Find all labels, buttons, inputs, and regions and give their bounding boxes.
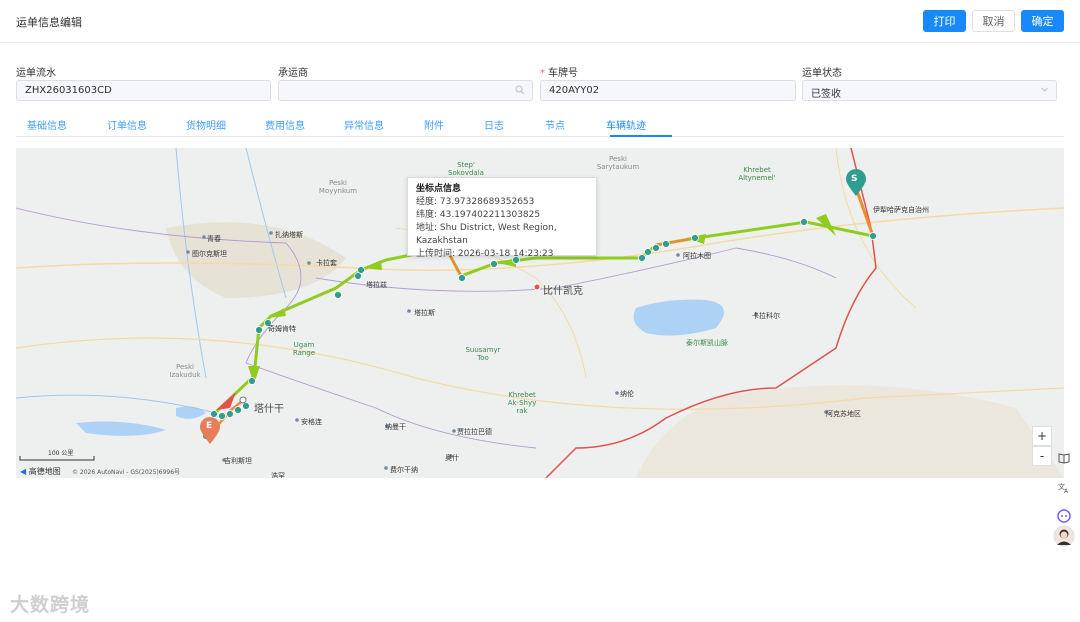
dialog-header: 运单信息编辑 打印 取消 确定 xyxy=(0,0,1080,43)
plate-label: * 车牌号 xyxy=(540,64,578,79)
terrain-label: Step' Sokovdala xyxy=(448,161,484,177)
terrain-label: Peski Sarytaukum xyxy=(596,155,640,171)
terrain-label: Khrebet Ak-Shyy rak xyxy=(507,391,537,415)
place-label: 青春 xyxy=(207,235,221,243)
tab-goods-detail[interactable]: 货物明细 xyxy=(186,117,226,132)
scale-label: 100 公里 xyxy=(48,450,74,457)
place-label: 卡拉科尔 xyxy=(752,312,780,320)
place-label: 安格连 xyxy=(301,418,322,426)
place-label: 纳曼干 xyxy=(385,423,406,431)
chevron-down-icon xyxy=(1040,85,1049,97)
tooltip-address: 地址: Shu District, West Region, Kazakhsta… xyxy=(416,223,557,246)
tab-bar: 基础信息 订单信息 货物明细 费用信息 异常信息 附件 日志 节点 车辆轨迹 xyxy=(16,112,1064,137)
carrier-field[interactable] xyxy=(278,80,533,101)
terrain-label: Peski Izakuduk xyxy=(169,363,201,379)
terrain-label: Peski Moyynkum xyxy=(318,179,358,195)
tooltip-latitude: 纬度: 43.197402211303825 xyxy=(416,210,541,220)
place-label: 阿拉木图 xyxy=(683,252,711,260)
end-marker-label: E xyxy=(206,421,213,431)
place-label: 伊犁哈萨克自治州 xyxy=(873,206,929,214)
place-label: 泰尔斯凯山脉 xyxy=(686,339,728,347)
tab-log[interactable]: 日志 xyxy=(484,117,504,132)
place-label: 贾拉拉巴德 xyxy=(457,428,492,436)
watermark: 大数跨境 xyxy=(10,594,91,616)
tab-fee-info[interactable]: 费用信息 xyxy=(265,117,305,132)
confirm-button[interactable]: 确定 xyxy=(1021,10,1064,32)
plate-label-text: 车牌号 xyxy=(548,68,578,79)
search-icon xyxy=(515,85,525,98)
translate-icon[interactable]: 文A xyxy=(1052,475,1076,499)
map-brand-text: 高德地图 xyxy=(28,467,61,476)
place-label: 卡拉套 xyxy=(316,259,337,267)
plate-field[interactable]: 420AYY02 xyxy=(540,80,796,101)
tab-exception-info[interactable]: 异常信息 xyxy=(344,117,384,132)
place-label: 扎纳塔斯 xyxy=(275,231,303,239)
place-label: 比什凯克 xyxy=(543,286,583,297)
place-label: 费尔干纳 xyxy=(390,466,418,474)
tab-nodes[interactable]: 节点 xyxy=(545,117,565,132)
coordinate-tooltip: 坐标点信息 经度: 73.97328689352653 纬度: 43.19740… xyxy=(407,177,597,259)
cancel-button[interactable]: 取消 xyxy=(972,10,1015,32)
place-label: 塔拉兹 xyxy=(366,281,387,289)
required-mark: * xyxy=(540,68,545,79)
place-label: 奥什 xyxy=(445,454,459,462)
place-label: 纳伦 xyxy=(620,390,634,398)
tooltip-upload-time: 上传时间: 2026-03-18 14:23:23 xyxy=(416,249,554,259)
start-marker-label: S xyxy=(851,174,858,184)
print-button[interactable]: 打印 xyxy=(923,10,966,32)
map-brand: ◀ 高德地图 xyxy=(20,466,61,477)
terrain-label: Khrebet Altynemel' xyxy=(738,166,776,182)
book-icon[interactable] xyxy=(1052,446,1076,470)
status-label: 运单状态 xyxy=(802,68,842,79)
zoom-out-button[interactable]: - xyxy=(1032,446,1052,466)
svg-text:A: A xyxy=(1064,488,1069,493)
tab-basic-info[interactable]: 基础信息 xyxy=(27,117,67,132)
place-label: 阿克苏地区 xyxy=(826,410,861,418)
avatar[interactable] xyxy=(1052,524,1076,548)
place-label: 奇姆肯特 xyxy=(268,325,296,333)
status-select[interactable]: 已签收 xyxy=(802,80,1057,101)
status-value: 已签收 xyxy=(811,89,841,100)
tab-order-info[interactable]: 订单信息 xyxy=(107,117,147,132)
place-label: 浩罕 xyxy=(271,472,285,478)
tooltip-longitude: 经度: 73.97328689352653 xyxy=(416,197,535,207)
terrain-label: Ugam Range xyxy=(292,341,316,357)
zoom-in-button[interactable]: + xyxy=(1032,426,1052,446)
place-label: 吉利斯坦 xyxy=(224,457,252,465)
place-label: 塔什干 xyxy=(254,404,284,415)
map-copyright: © 2026 AutoNavi - GS(2025)6996号 xyxy=(72,469,181,476)
carrier-label: 承运商 xyxy=(278,68,308,79)
dialog-title: 运单信息编辑 xyxy=(16,16,82,29)
waybill-no-label: 运单流水 xyxy=(16,68,56,79)
tab-vehicle-track[interactable]: 车辆轨迹 xyxy=(606,117,646,132)
active-tab-indicator xyxy=(610,135,672,137)
place-label: 图尔克斯坦 xyxy=(192,250,227,258)
place-label: 塔拉斯 xyxy=(414,309,435,317)
tab-attachments[interactable]: 附件 xyxy=(424,117,444,132)
terrain-label: Suusamyr Too xyxy=(465,346,501,362)
waybill-no-field[interactable]: ZHX26031603CD xyxy=(16,80,271,101)
amap-logo-icon: ◀ xyxy=(20,467,27,476)
tooltip-title: 坐标点信息 xyxy=(416,184,462,194)
map-canvas[interactable]: S E 青春 图尔克斯坦 扎纳塔斯 卡拉套 塔拉兹 塔拉斯 比什凯克 阿拉木图 … xyxy=(16,148,1064,478)
